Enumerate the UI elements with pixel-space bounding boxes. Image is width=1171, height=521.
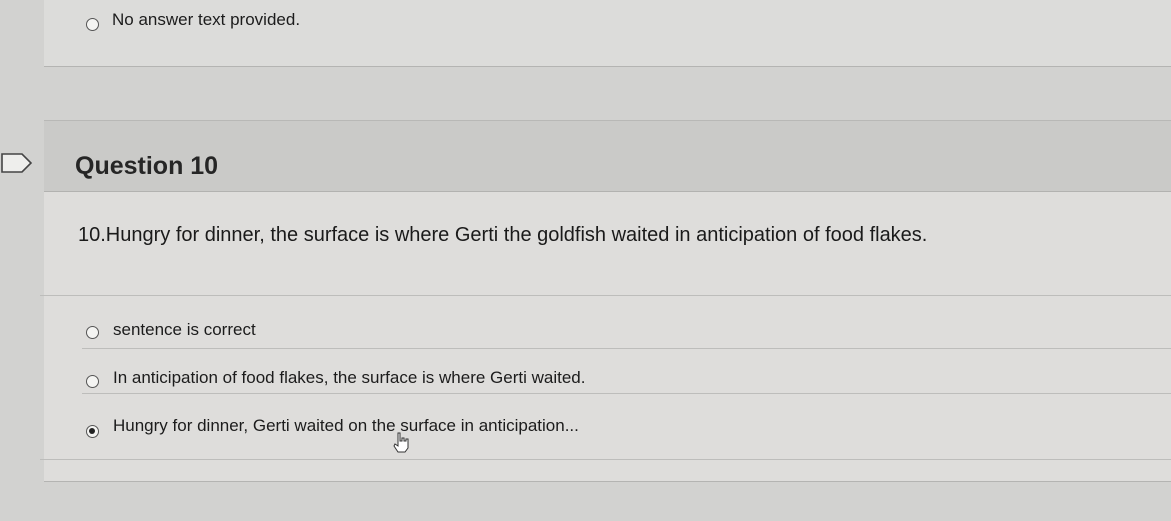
divider [40, 459, 1171, 460]
question-text: 10.Hungry for dinner, the surface is whe… [78, 224, 928, 246]
option-radio-2[interactable] [86, 375, 99, 388]
option-radio-3-selected[interactable] [86, 425, 99, 438]
prev-answer-radio[interactable] [86, 18, 99, 31]
hand-pointer-cursor-icon [393, 432, 409, 453]
divider [40, 295, 1171, 296]
option-radio-1[interactable] [86, 326, 99, 339]
flag-question-icon[interactable] [0, 152, 34, 174]
divider [82, 393, 1171, 394]
option-label-3[interactable]: Hungry for dinner, Gerti waited on the s… [113, 416, 579, 436]
option-label-1[interactable]: sentence is correct [113, 320, 256, 340]
option-label-2[interactable]: In anticipation of food flakes, the surf… [113, 368, 585, 388]
question-header: Question 10 [44, 121, 1171, 192]
divider [82, 348, 1171, 349]
question-title: Question 10 [75, 152, 219, 180]
prev-answer-label: No answer text provided. [112, 10, 301, 29]
